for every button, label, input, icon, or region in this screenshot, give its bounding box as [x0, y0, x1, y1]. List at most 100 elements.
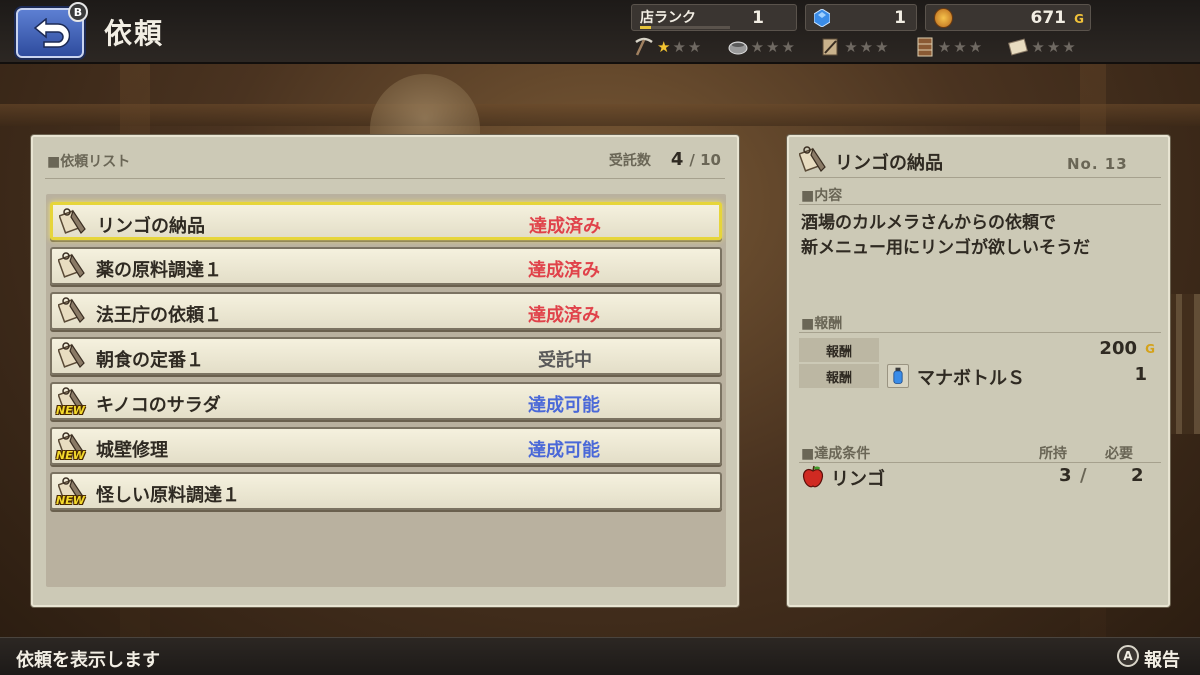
reward-item-row: 報酬 マナボトルＳ 1: [799, 364, 1161, 389]
gold-amount: 671: [1030, 8, 1067, 28]
request-status: 達成済み: [528, 260, 600, 281]
reward-gold-row: 報酬 200 G: [799, 338, 1161, 362]
footer-message: 依頼を表示します: [16, 650, 160, 671]
skill-rating: ★ ★ ★: [727, 37, 813, 57]
pickaxe-icon: [633, 37, 655, 57]
star-icon: ★: [968, 37, 983, 56]
star-icon: ★: [859, 37, 874, 56]
page-title: 依頼: [104, 17, 165, 50]
gem-count: 1: [894, 8, 906, 28]
detail-title: リンゴの納品: [835, 153, 943, 174]
owned-label: 所持: [1039, 446, 1067, 462]
b-button-badge: B: [68, 2, 88, 22]
condition-header: ■達成条件: [801, 446, 871, 462]
skill-rating: ★ ★ ★: [914, 37, 1000, 57]
star-icon: ★: [672, 37, 686, 56]
request-list-panel: ■依頼リスト 受託数 4 / 10 リンゴの納品 達成済み 薬の原料調達１ 達成済み法…: [31, 135, 739, 607]
scroll-tools-icon: [820, 37, 842, 57]
reward-header: ■報酬: [801, 316, 843, 332]
request-detail-panel: リンゴの納品 No. 13 ■内容 酒場のカルメラさんからの依頼で 新メニュー用…: [787, 135, 1170, 607]
back-arrow-icon: [33, 18, 70, 48]
star-icon: ★: [1046, 37, 1061, 56]
craft-skill-ratings: ★ ★ ★ ★ ★ ★ ★ ★ ★ ★ ★ ★ ★ ★ ★: [633, 35, 1093, 59]
request-list-item[interactable]: 法王庁の依頼１ 達成済み: [50, 292, 722, 330]
top-bar: B 依頼 店ランク 1 1 671 G ★ ★ ★ ★ ★ ★ ★ ★ ★ ★ ★ ★ ★ ★ ★: [0, 0, 1200, 64]
new-badge: NEW: [56, 494, 85, 507]
request-description: 酒場のカルメラさんからの依頼で 新メニュー用にリンゴが欲しいそうだ: [801, 211, 1161, 261]
request-list-item[interactable]: 朝食の定番１ 受託中: [50, 337, 722, 375]
star-icon: ★: [844, 37, 858, 56]
request-list-item[interactable]: 薬の原料調達１ 達成済み: [50, 247, 722, 285]
request-status: 達成済み: [529, 216, 601, 237]
request-name: 朝食の定番１: [96, 350, 204, 371]
skill-rating: ★ ★ ★: [820, 37, 906, 57]
shop-rank-label: 店ランク: [640, 10, 696, 26]
request-name: 城壁修理: [96, 440, 168, 461]
gem-icon: [814, 9, 830, 27]
report-button[interactable]: 報告: [1144, 646, 1180, 672]
request-list-item[interactable]: リンゴの納品 達成済み: [50, 202, 722, 240]
star-icon: ★: [1031, 37, 1045, 56]
request-name: キノコのサラダ: [96, 395, 221, 416]
quest-scroll-icon: [57, 251, 88, 281]
request-list-item[interactable]: NEW 怪しい原料調達１: [50, 472, 722, 510]
accepted-count: 受託数 4 / 10: [609, 149, 721, 170]
reward-item-name: マナボトルＳ: [917, 368, 1025, 389]
mana-bottle-icon: [887, 364, 909, 388]
condition-row: リンゴ 3 / 2: [801, 465, 1161, 491]
request-name: 法王庁の依頼１: [96, 305, 222, 326]
request-status: 達成可能: [528, 440, 600, 461]
gold-box: 671 G: [925, 4, 1091, 31]
quest-scroll-icon: [58, 207, 89, 237]
skill-rating: ★ ★ ★: [1007, 37, 1093, 57]
description-line-1: 酒場のカルメラさんからの依頼で: [801, 213, 1056, 233]
accepted-max: / 10: [689, 151, 721, 169]
request-status: 受託中: [538, 350, 592, 371]
paper-icon: [1007, 37, 1029, 57]
star-icon: ★: [953, 37, 967, 56]
reward-gold-amount: 200: [1099, 338, 1137, 359]
accepted-current: 4: [670, 149, 684, 170]
shop-rank-value: 1: [752, 8, 764, 28]
star-icon: ★: [750, 37, 765, 56]
request-list-header: ■依頼リスト: [47, 154, 131, 170]
shop-rank-box: 店ランク 1: [631, 4, 797, 31]
content-header: ■内容: [801, 188, 843, 204]
star-icon: ★: [687, 37, 702, 56]
reward-tag: 報酬: [799, 338, 879, 362]
shop-rank-progress: [640, 26, 730, 29]
description-line-2: 新メニュー用にリンゴが欲しいそうだ: [801, 238, 1090, 258]
gem-box: 1: [805, 4, 917, 31]
condition-owned: 3: [1059, 465, 1072, 486]
reward-item-qty: 1: [1134, 364, 1147, 385]
gold-unit: G: [1074, 12, 1084, 26]
reward-gold-unit: G: [1145, 342, 1155, 356]
star-icon: ★: [1062, 37, 1076, 56]
footer-bar: 依頼を表示します A 報告: [0, 637, 1200, 675]
star-icon: ★: [766, 37, 780, 56]
request-list-item[interactable]: NEW 城壁修理 達成可能: [50, 427, 722, 465]
shelf-icon: [914, 37, 936, 57]
request-list-item[interactable]: NEW キノコのサラダ 達成可能: [50, 382, 722, 420]
coin-icon: [934, 8, 953, 28]
required-label: 必要: [1105, 446, 1133, 462]
quest-scroll-icon: [57, 296, 88, 326]
accepted-label: 受託数: [608, 153, 651, 169]
request-status: 達成可能: [528, 395, 600, 416]
reward-tag: 報酬: [799, 364, 879, 388]
skill-rating: ★ ★ ★: [633, 37, 719, 57]
star-icon: ★: [781, 37, 795, 56]
star-icon: ★: [657, 37, 671, 56]
request-name: 怪しい原料調達１: [96, 485, 240, 506]
pot-icon: [727, 37, 749, 57]
request-name: リンゴの納品: [97, 216, 205, 237]
request-list: リンゴの納品 達成済み 薬の原料調達１ 達成済み 法王庁の依頼１ 達成済み 朝食の定番１ 受託…: [46, 194, 726, 587]
star-icon: ★: [875, 37, 889, 56]
condition-slash: /: [1080, 465, 1087, 486]
condition-required: 2: [1131, 465, 1144, 486]
detail-number: No. 13: [1067, 155, 1128, 173]
request-name: 薬の原料調達１: [96, 260, 222, 281]
quest-scroll-icon: [57, 341, 88, 371]
quest-scroll-icon: [799, 146, 826, 172]
request-status: 達成済み: [528, 305, 600, 326]
